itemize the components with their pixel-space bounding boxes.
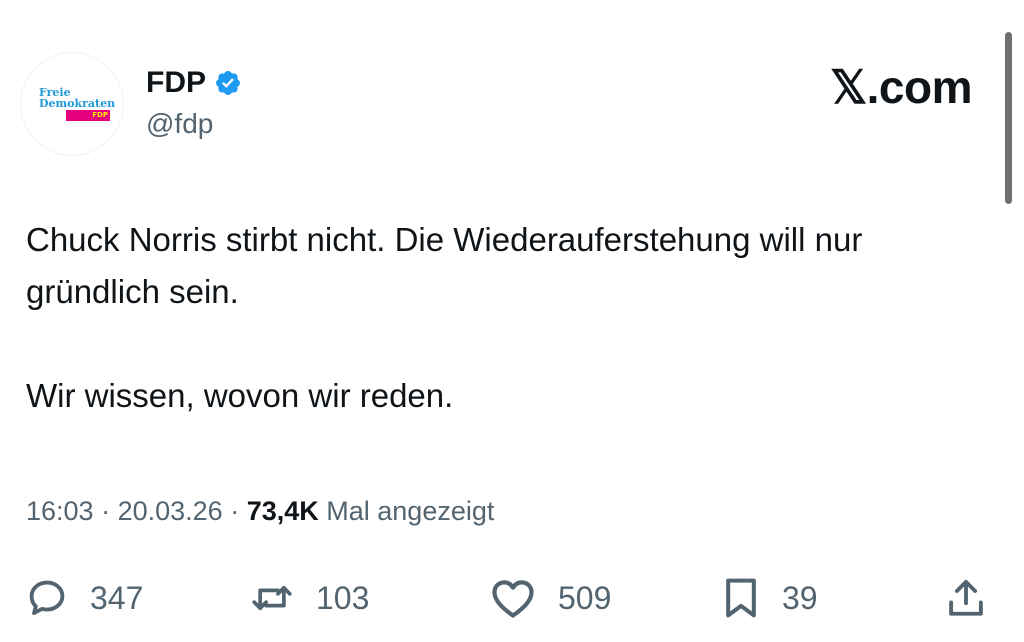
avatar[interactable]: Freie Demokraten FDP bbox=[20, 52, 124, 156]
bookmark-icon bbox=[726, 578, 756, 618]
like-count: 509 bbox=[558, 579, 612, 616]
x-brand-logo: 𝕏.com bbox=[830, 61, 972, 113]
like-button[interactable]: 509 bbox=[490, 572, 611, 624]
author-name-row: FDP bbox=[146, 66, 242, 100]
scrollbar[interactable] bbox=[1005, 32, 1012, 204]
meta-separator: · bbox=[93, 496, 118, 526]
tweet-date[interactable]: 20.03.26 bbox=[118, 496, 223, 526]
reply-icon bbox=[29, 580, 65, 615]
reply-count: 347 bbox=[90, 579, 144, 616]
verified-badge-icon bbox=[216, 71, 240, 95]
avatar-logo-line2: Demokraten bbox=[39, 97, 116, 110]
bookmark-button[interactable]: 39 bbox=[722, 572, 818, 624]
repost-icon bbox=[252, 585, 292, 611]
tweet-meta: 16:03 · 20.03.26 · 73,4K Mal angezeigt bbox=[26, 496, 494, 527]
reply-button[interactable]: 347 bbox=[26, 572, 143, 624]
author-handle[interactable]: @fdp bbox=[146, 108, 213, 140]
repost-button[interactable]: 103 bbox=[250, 572, 369, 624]
tweet-time[interactable]: 16:03 bbox=[26, 496, 94, 526]
share-icon bbox=[949, 579, 983, 616]
repost-count: 103 bbox=[316, 579, 370, 616]
tweet-paragraph: Wir wissen, wovon wir reden. bbox=[26, 377, 454, 414]
avatar-logo-tag: FDP bbox=[92, 111, 108, 119]
views-label: Mal angezeigt bbox=[326, 496, 495, 526]
author-display-name[interactable]: FDP bbox=[146, 66, 206, 100]
meta-separator: · bbox=[222, 496, 247, 526]
tweet-paragraph: Chuck Norris stirbt nicht. Die Wiederauf… bbox=[26, 221, 863, 310]
like-icon bbox=[492, 580, 534, 618]
tweet-text: Chuck Norris stirbt nicht. Die Wiederauf… bbox=[26, 214, 986, 422]
share-button[interactable] bbox=[946, 572, 986, 624]
avatar-logo-bar: FDP bbox=[66, 110, 110, 121]
bookmark-count: 39 bbox=[782, 579, 818, 616]
views-count: 73,4K bbox=[246, 496, 319, 526]
